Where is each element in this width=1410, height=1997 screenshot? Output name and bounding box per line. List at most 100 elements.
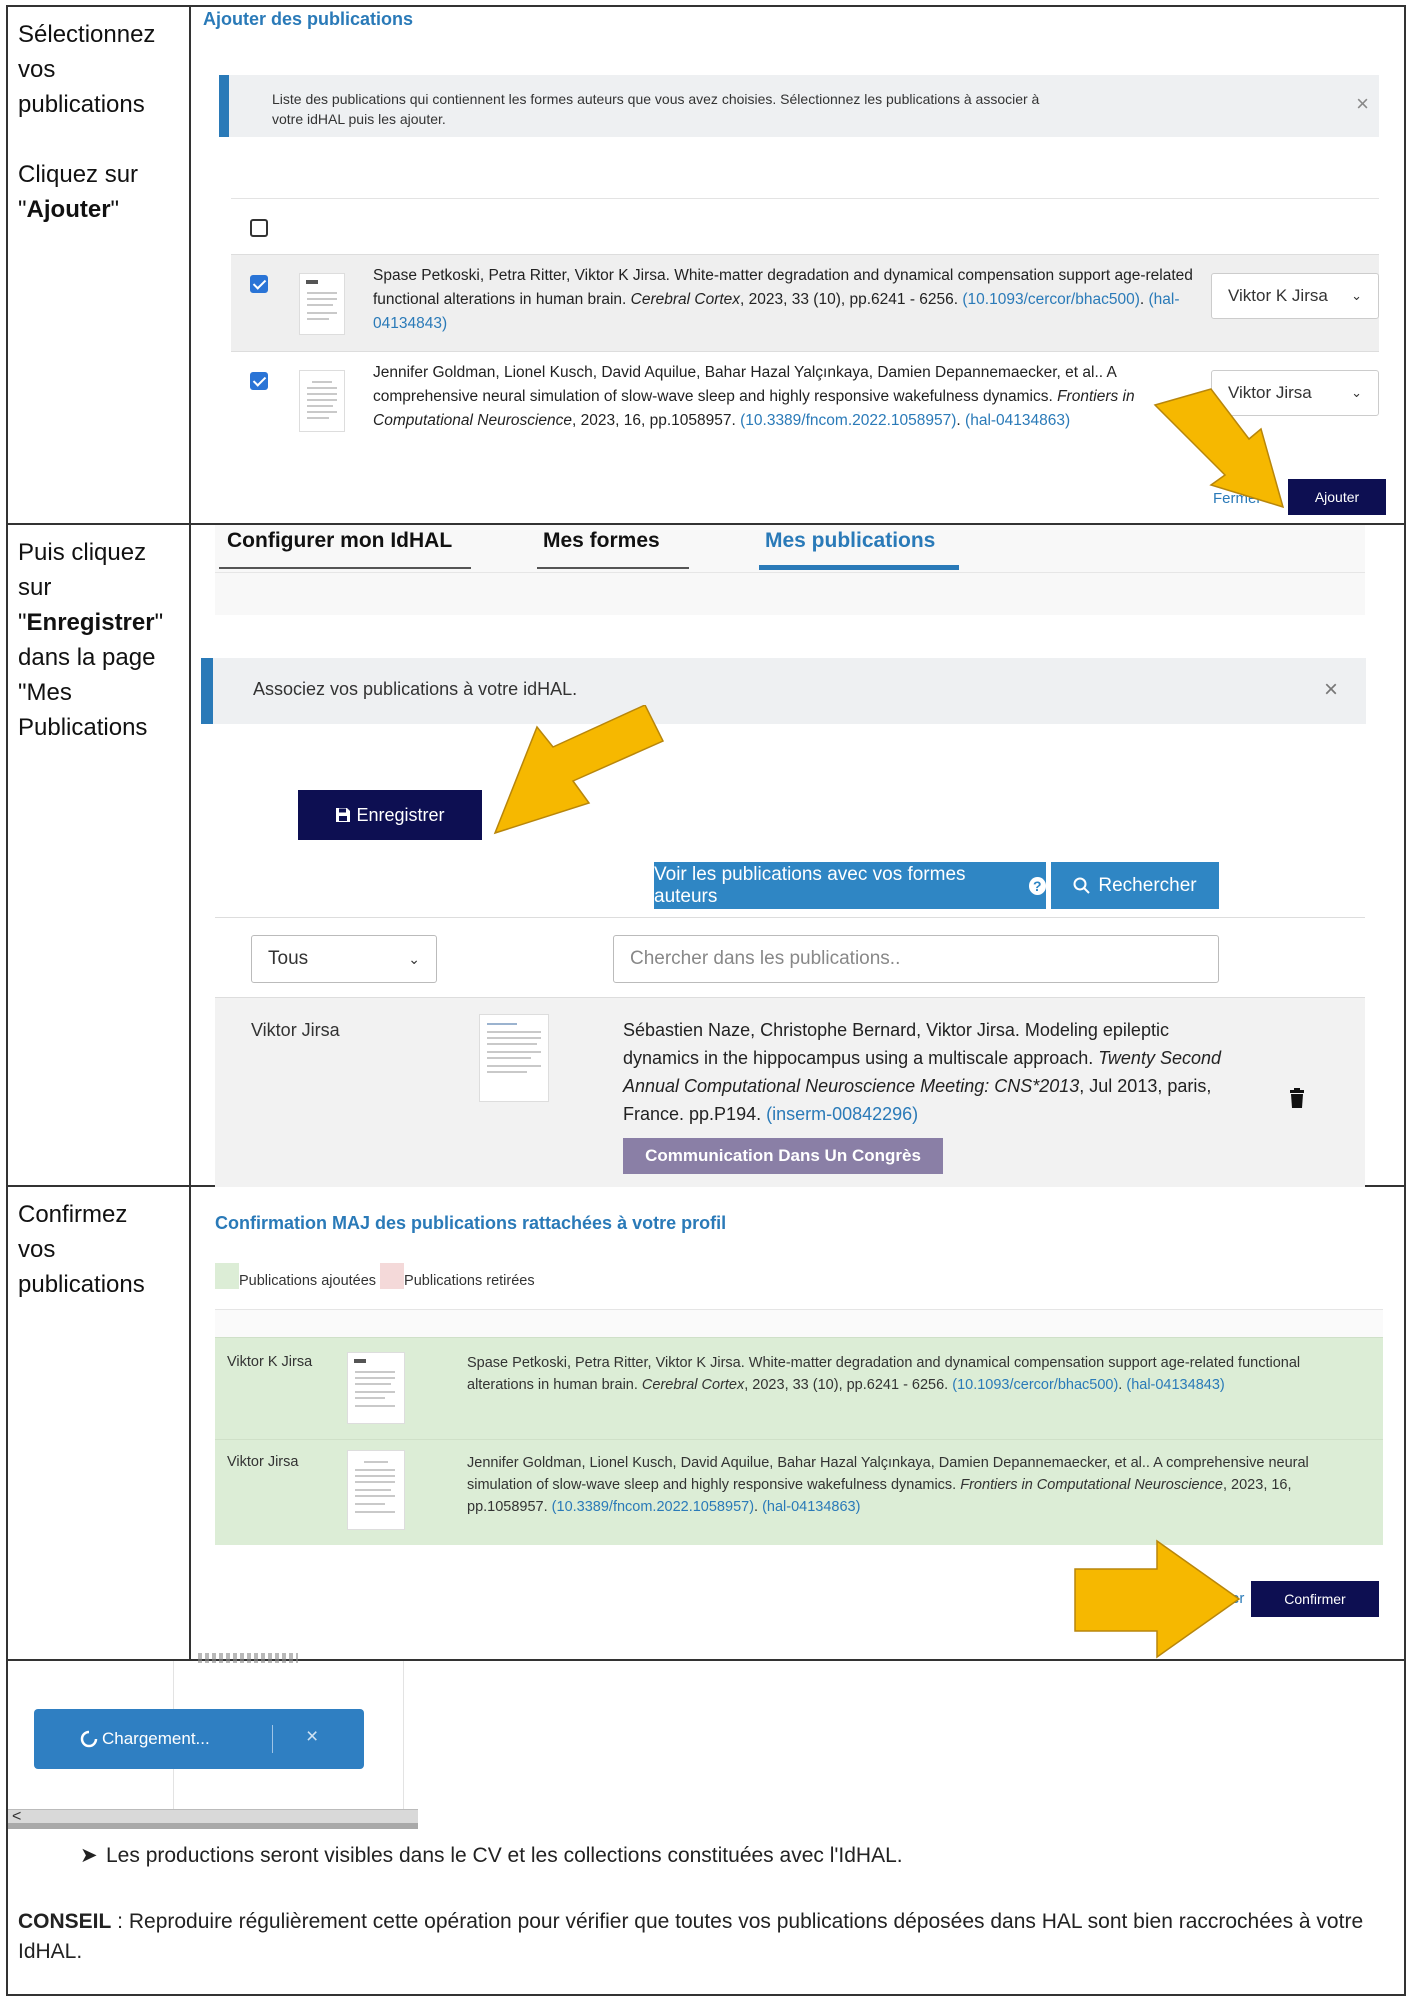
legend-swatch-added <box>215 1263 239 1289</box>
hal-link[interactable]: (hal-04134863) <box>762 1499 860 1515</box>
info-alert: Associez vos publications à votre idHAL.… <box>201 658 1366 724</box>
floppy-disk-icon <box>336 808 351 822</box>
confirm-button[interactable]: Confirmer <box>1251 1581 1379 1617</box>
text-line: Cliquez sur <box>18 161 139 188</box>
text-line: Sélectionnez <box>18 21 156 48</box>
text-line: "Enregistrer" <box>18 609 164 636</box>
table-header-row <box>231 198 1379 254</box>
step-row-confirm: Confirmez vos publications Confirmation … <box>8 1187 1404 1661</box>
publication-thumbnail <box>347 1352 405 1424</box>
notes-row: Chargement... × < ➤ Les productions seron… <box>8 1653 1404 1994</box>
publication-thumbnail <box>299 273 345 335</box>
text-line: vos <box>18 1236 56 1263</box>
publication-citation: Spase Petkoski, Petra Ritter, Viktor K J… <box>373 267 1193 332</box>
panel-add-publications: Ajouter des publications Liste des publi… <box>191 7 1404 523</box>
pointer-arrow-icon <box>493 705 665 835</box>
step-instruction: Sélectionnez vos publications Cliquez su… <box>8 7 191 523</box>
bullet-arrow-icon: ➤ <box>80 1844 98 1867</box>
info-text: Associez vos publications à votre idHAL. <box>253 679 578 699</box>
loading-toast: Chargement... × <box>34 1709 364 1769</box>
tab-configure-idhal[interactable]: Configurer mon IdHAL <box>227 529 452 553</box>
chevron-down-icon: ⌄ <box>408 950 420 967</box>
chevron-down-icon: ⌄ <box>1351 385 1362 400</box>
filter-select[interactable]: Tous ⌄ <box>251 935 437 983</box>
hal-link[interactable]: (hal-04134863) <box>965 412 1070 429</box>
row-checkbox[interactable] <box>250 275 268 293</box>
tab-my-publications[interactable]: Mes publications <box>765 529 935 553</box>
step-instruction: Puis cliquez sur "Enregistrer" dans la p… <box>8 525 191 1185</box>
help-icon: ? <box>1028 876 1046 895</box>
publication-citation: Spase Petkoski, Petra Ritter, Viktor K J… <box>467 1355 1301 1393</box>
publication-thumbnail <box>299 370 345 432</box>
bold-word: Ajouter <box>26 196 111 223</box>
search-icon <box>1073 877 1091 894</box>
added-publication-row: Viktor Jirsa Jennifer Goldman, Lionel Ku… <box>215 1439 1383 1545</box>
publication-type-badge: Communication Dans Un Congrès <box>623 1138 943 1174</box>
panel-title: Ajouter des publications <box>203 9 414 29</box>
step-row-select: Sélectionnez vos publications Cliquez su… <box>8 7 1404 525</box>
loading-screenshot: Chargement... × < <box>8 1653 418 1829</box>
publication-citation: Jennifer Goldman, Lionel Kusch, David Aq… <box>373 364 1135 429</box>
panel-title: Confirmation MAJ des publications rattac… <box>215 1213 727 1233</box>
legend: Publications ajoutées Publications retir… <box>215 1259 535 1289</box>
tabs-bar: Configurer mon IdHAL Mes formes Mes publ… <box>215 525 1365 615</box>
panel-my-publications: Configurer mon IdHAL Mes formes Mes publ… <box>191 525 1404 1187</box>
info-alert: Liste des publications qui contiennent l… <box>219 75 1379 137</box>
close-icon[interactable]: × <box>1356 91 1369 117</box>
step-instruction: Confirmez vos publications <box>8 1187 191 1659</box>
author-name: Viktor Jirsa <box>227 1454 299 1470</box>
pointer-arrow-icon <box>1074 1539 1241 1659</box>
info-text: Liste des publications qui contiennent l… <box>272 91 1040 127</box>
text-line: Publications <box>18 714 148 741</box>
instruction-table: Sélectionnez vos publications Cliquez su… <box>6 5 1406 1996</box>
save-button[interactable]: Enregistrer <box>298 790 482 840</box>
text-line: "Mes <box>18 679 72 706</box>
table-row: Spase Petkoski, Petra Ritter, Viktor K J… <box>231 254 1379 352</box>
author-form-select[interactable]: Viktor K Jirsa ⌄ <box>1211 273 1379 319</box>
loading-text: Chargement... <box>102 1729 210 1748</box>
step-row-save: Puis cliquez sur "Enregistrer" dans la p… <box>8 525 1404 1187</box>
search-input[interactable]: Chercher dans les publications.. <box>613 935 1219 983</box>
view-author-forms-button[interactable]: Voir les publications avec vos formes au… <box>654 862 1046 909</box>
publication-row: Viktor Jirsa Sébastien Naze, Christophe … <box>215 997 1365 1187</box>
row-checkbox[interactable] <box>250 372 268 390</box>
hal-link[interactable]: (hal-04134843) <box>1126 1377 1224 1393</box>
text-line: Puis cliquez <box>18 539 147 566</box>
trash-icon[interactable] <box>1289 1088 1305 1108</box>
doi-link[interactable]: (10.3389/fncom.2022.1058957) <box>740 412 956 429</box>
legend-label: Publications ajoutées <box>239 1273 377 1289</box>
text-line: Confirmez <box>18 1201 128 1228</box>
text-line: publications <box>18 1271 145 1298</box>
legend-label: Publications retirées <box>404 1273 535 1289</box>
legend-swatch-removed <box>380 1263 405 1289</box>
doi-link[interactable]: (10.1093/cercor/bhac500) <box>962 291 1140 308</box>
author-name: Viktor K Jirsa <box>227 1354 313 1370</box>
added-publication-row: Viktor K Jirsa Spase Petkoski, Petra Rit… <box>215 1337 1383 1439</box>
bold-word: Enregistrer <box>26 609 155 636</box>
panel-confirmation: Confirmation MAJ des publications rattac… <box>191 1187 1404 1659</box>
doi-link[interactable]: (10.1093/cercor/bhac500) <box>952 1377 1118 1393</box>
tip-paragraph: CONSEIL : Reproduire régulièrement cette… <box>18 1910 1364 1963</box>
pointer-arrow-icon <box>1153 388 1285 509</box>
doi-link[interactable]: (10.3389/fncom.2022.1058957) <box>552 1499 754 1515</box>
spinner-icon <box>80 1730 98 1748</box>
horizontal-scrollbar[interactable]: < <box>8 1808 418 1829</box>
bullet-note: ➤ Les productions seront visibles dans le… <box>80 1844 903 1867</box>
text-line: "Ajouter" <box>18 196 120 223</box>
close-icon[interactable]: × <box>1324 676 1338 704</box>
publication-thumbnail <box>347 1450 405 1530</box>
publication-citation: Sébastien Naze, Christophe Bernard, Vikt… <box>623 1020 1221 1124</box>
select-all-checkbox[interactable] <box>250 219 268 237</box>
publication-thumbnail <box>479 1014 549 1102</box>
text-line: publications <box>18 91 145 118</box>
search-button[interactable]: Rechercher <box>1051 862 1219 909</box>
close-icon[interactable]: × <box>306 1725 318 1749</box>
text-line: vos <box>18 56 56 83</box>
publication-citation: Jennifer Goldman, Lionel Kusch, David Aq… <box>467 1455 1309 1515</box>
text-line: dans la page <box>18 644 156 671</box>
inserm-link[interactable]: (inserm-00842296) <box>766 1104 918 1124</box>
author-name: Viktor Jirsa <box>251 1020 340 1040</box>
text-line: sur <box>18 574 52 601</box>
tab-my-forms[interactable]: Mes formes <box>543 529 660 553</box>
chevron-down-icon: ⌄ <box>1351 288 1362 303</box>
